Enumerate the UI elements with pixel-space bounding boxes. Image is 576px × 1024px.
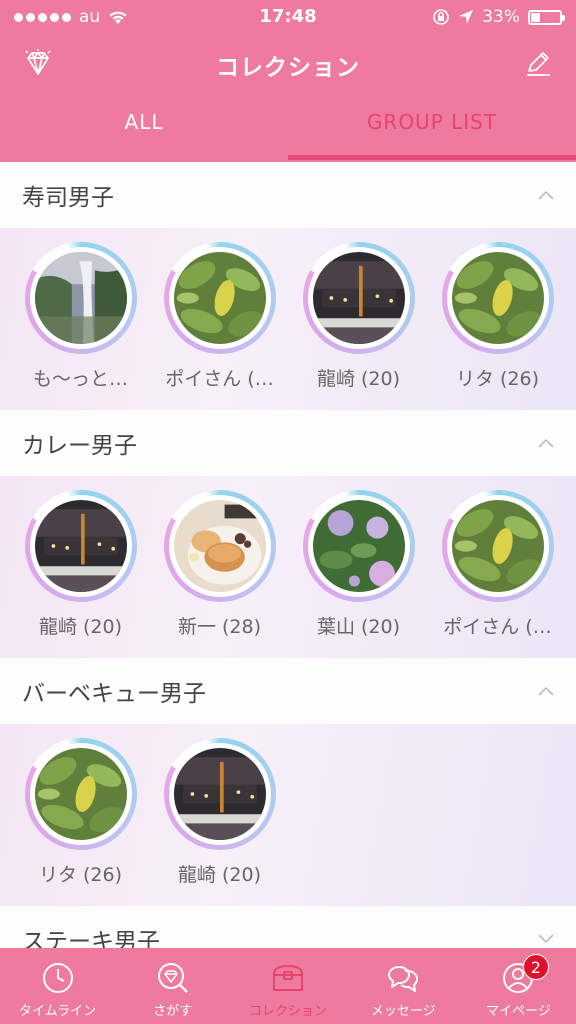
member-name: 新一 (28) (177, 616, 262, 638)
signal-icon (14, 12, 71, 22)
notification-badge: 2 (522, 954, 549, 980)
avatar-photo (34, 252, 127, 344)
member-card[interactable]: 龍崎 (20) (11, 476, 150, 658)
group-members: 龍崎 (20) 新一 (28) 葉山 (20) ポイさん (… (0, 476, 576, 658)
tab-label: さがす (153, 1004, 193, 1019)
header: au 17:48 33% コレクション ALL GROUP LIST (0, 0, 576, 162)
member-name: 龍崎 (20) (316, 368, 401, 390)
group-name: ステーキ男子 (22, 929, 160, 948)
avatar[interactable] (441, 490, 554, 602)
chest-icon (270, 960, 306, 996)
avatar[interactable] (163, 738, 276, 850)
chevron-up-icon[interactable] (536, 681, 556, 701)
battery-icon (528, 9, 565, 25)
wifi-icon (109, 11, 127, 24)
member-card[interactable]: も〜っと… (11, 228, 150, 410)
tab-label: マイページ (486, 1004, 551, 1019)
member-name: 龍崎 (20) (38, 616, 123, 638)
member-name: 葉山 (20) (316, 616, 401, 638)
page-title: コレクション (216, 55, 360, 81)
group-header[interactable]: 寿司男子 (0, 162, 576, 228)
tab-label: メッセージ (370, 1004, 436, 1019)
avatar-photo (312, 252, 405, 344)
diamond-search-icon (155, 960, 191, 996)
tab-label: コレクション (249, 1004, 328, 1019)
group-header[interactable]: ステーキ男子 (0, 906, 576, 948)
avatar-photo (34, 748, 127, 840)
member-card[interactable]: リタ (26) (11, 724, 150, 906)
avatar[interactable] (441, 242, 554, 354)
location-icon (459, 10, 474, 24)
tab-label: タイムライン (19, 1004, 97, 1019)
avatar[interactable] (302, 242, 415, 354)
orientation-lock-icon (433, 9, 450, 25)
member-card[interactable]: ポイさん (… (428, 476, 567, 658)
member-name: ポイさん (… (443, 616, 552, 638)
member-card[interactable]: 新一 (28) (150, 476, 289, 658)
active-tab-indicator (288, 155, 576, 160)
member-card[interactable]: リタ (26) (428, 228, 567, 410)
tab-all[interactable]: ALL (0, 94, 288, 162)
group-header[interactable]: バーベキュー男子 (0, 658, 576, 724)
battery-percent: 33% (482, 7, 520, 27)
carrier: au (79, 7, 101, 27)
group-name: 寿司男子 (22, 185, 114, 211)
avatar-photo (451, 500, 544, 592)
tab-collection[interactable]: コレクション (230, 948, 345, 1024)
group-name: カレー男子 (22, 433, 137, 459)
member-name: リタ (26) (455, 368, 540, 390)
member-card[interactable]: 龍崎 (20) (150, 724, 289, 906)
avatar[interactable] (24, 242, 137, 354)
member-name: リタ (26) (38, 864, 123, 886)
avatar[interactable] (24, 738, 137, 850)
member-card[interactable]: 葉山 (20) (289, 476, 428, 658)
avatar-photo (173, 252, 266, 344)
group-members: リタ (26) 龍崎 (20) (0, 724, 576, 906)
avatar-photo (312, 500, 405, 592)
avatar[interactable] (302, 490, 415, 602)
avatar[interactable] (163, 242, 276, 354)
clock-icon (40, 960, 76, 996)
status-bar: au 17:48 33% (0, 0, 576, 34)
nav-bar: コレクション (0, 34, 576, 94)
member-name: も〜っと… (32, 368, 128, 390)
tab-search[interactable]: さがす (115, 948, 230, 1024)
chevron-up-icon[interactable] (536, 433, 556, 453)
tab-timeline[interactable]: タイムライン (0, 948, 115, 1024)
avatar-photo (173, 500, 266, 592)
tab-group-list[interactable]: GROUP LIST (288, 94, 576, 162)
chevron-up-icon[interactable] (536, 185, 556, 205)
group-list: 寿司男子 も〜っと… ポイさん (… 龍崎 (20) リタ (26) カレー男子 龍崎 (2… (0, 162, 576, 948)
member-card[interactable]: 龍崎 (20) (289, 228, 428, 410)
chat-icon (385, 960, 421, 996)
group-members: も〜っと… ポイさん (… 龍崎 (20) リタ (26) (0, 228, 576, 410)
member-name: 龍崎 (20) (177, 864, 262, 886)
edit-icon[interactable] (518, 44, 558, 84)
group-name: バーベキュー男子 (22, 681, 206, 707)
avatar[interactable] (24, 490, 137, 602)
member-name: ポイさん (… (165, 368, 274, 390)
member-card[interactable]: ポイさん (… (150, 228, 289, 410)
group-header[interactable]: カレー男子 (0, 410, 576, 476)
avatar-photo (173, 748, 266, 840)
avatar-photo (34, 500, 127, 592)
avatar-photo (451, 252, 544, 344)
chevron-down-icon[interactable] (536, 929, 556, 948)
bottom-tab-bar: タイムライン さがす コレクション メッセージ マイページ 2 (0, 948, 576, 1024)
tab-messages[interactable]: メッセージ (346, 948, 461, 1024)
tab-mypage[interactable]: マイページ 2 (461, 948, 576, 1024)
segment-tabs: ALL GROUP LIST (0, 94, 576, 162)
avatar[interactable] (163, 490, 276, 602)
